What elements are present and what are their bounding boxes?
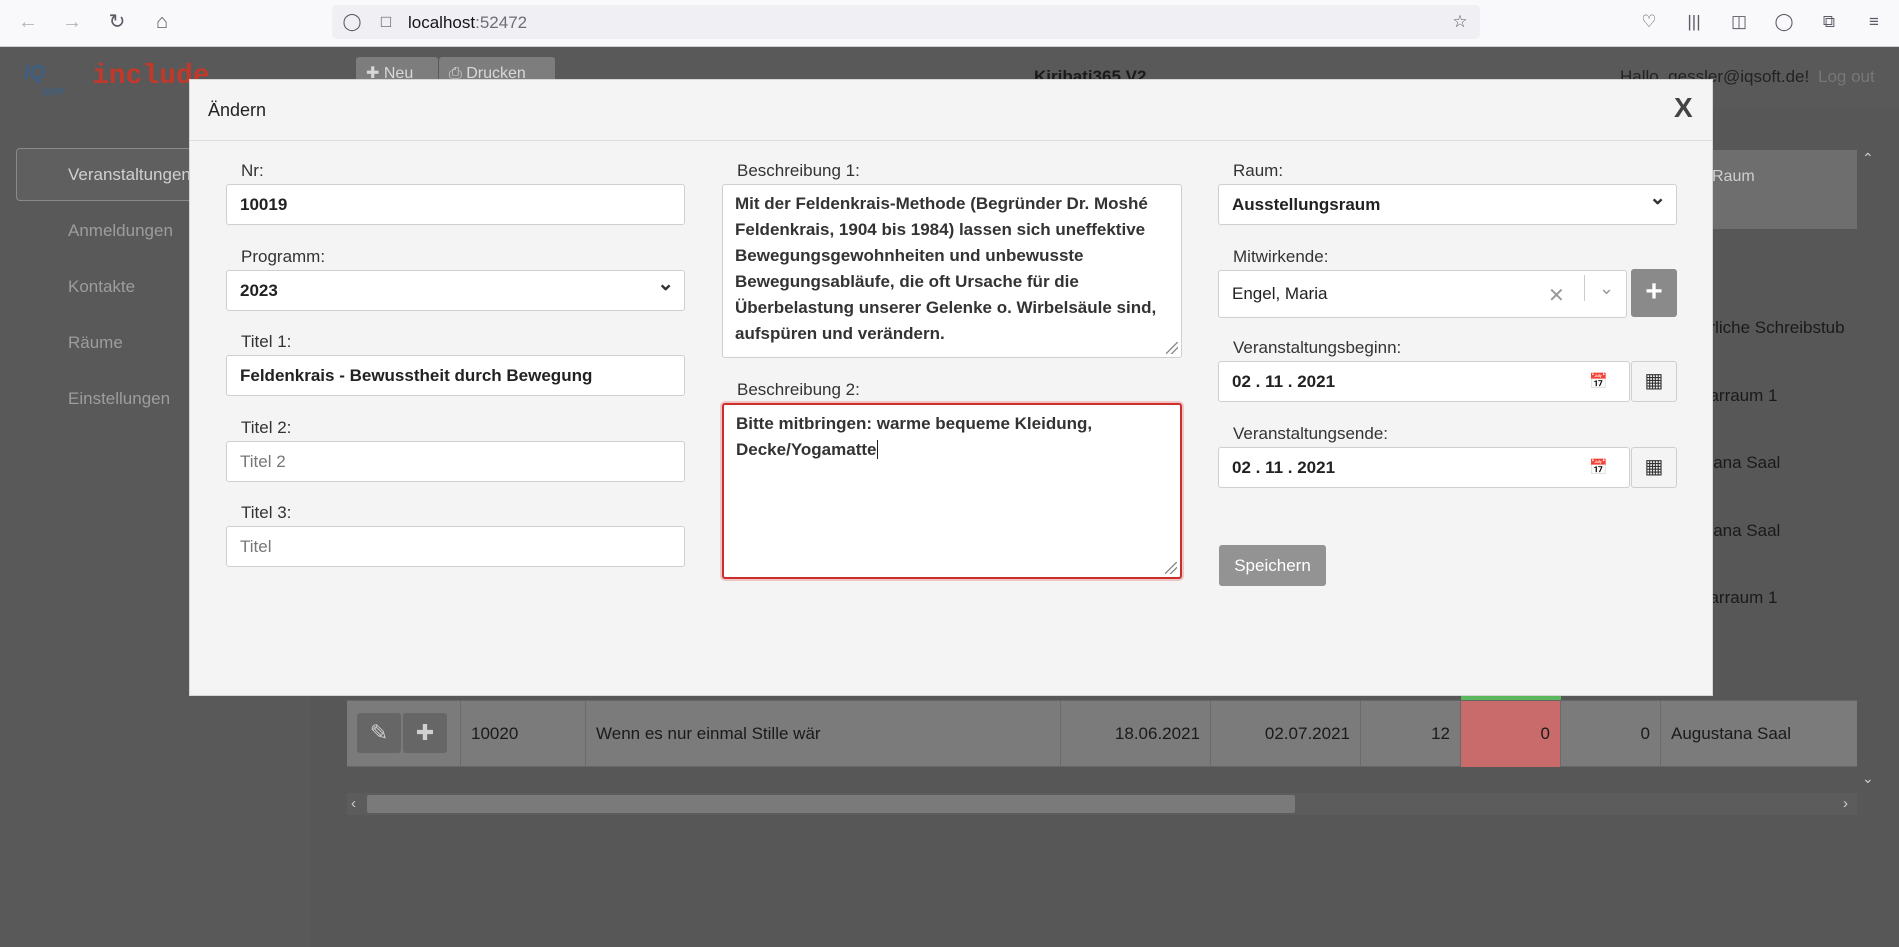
table-cell-room: narraum 1 bbox=[1700, 588, 1778, 607]
status-indicator bbox=[1461, 696, 1561, 700]
table-cell-room: stana Saal bbox=[1700, 521, 1781, 540]
titel1-label: Titel 1: bbox=[241, 332, 292, 351]
calculator-icon[interactable]: ▦ bbox=[1631, 447, 1677, 488]
beginn-date-input[interactable]: 02 . 11 . 2021 bbox=[1218, 361, 1630, 402]
beschreibung1-text: Mit der Feldenkrais-Methode (Begründer D… bbox=[735, 194, 1157, 343]
ende-label: Veranstaltungsende: bbox=[1233, 424, 1389, 443]
programm-label: Programm: bbox=[241, 247, 326, 266]
raum-select[interactable]: Ausstellungsraum bbox=[1218, 179, 1677, 225]
divider bbox=[1584, 275, 1585, 301]
sidebar-item-einstellungen[interactable]: Einstellungen bbox=[68, 389, 170, 409]
save-button[interactable]: Speichern bbox=[1219, 545, 1326, 586]
scroll-up-icon[interactable]: ⌃ bbox=[1862, 150, 1874, 167]
table-cell-room: erliche Schreibstub bbox=[1700, 318, 1845, 337]
beginn-value: 02 . 11 . 2021 bbox=[1232, 372, 1336, 391]
menu-icon[interactable]: ≡ bbox=[1862, 10, 1886, 34]
raum-label: Raum: bbox=[1233, 161, 1284, 180]
company-logo: IQ SOFT bbox=[24, 62, 66, 97]
table-cell-count: 0 bbox=[1461, 701, 1561, 767]
text-cursor bbox=[877, 440, 879, 459]
mitwirkende-value: Engel, Maria bbox=[1232, 284, 1328, 303]
beschreibung2-textarea[interactable]: Bitte mitbringen: warme bequeme Kleidung… bbox=[722, 403, 1182, 579]
account-icon[interactable]: ◯ bbox=[1772, 10, 1796, 34]
reload-icon[interactable]: ↻ bbox=[103, 8, 131, 36]
url-bar[interactable]: ◯ □ localhost:52472 ☆ bbox=[332, 5, 1480, 39]
scroll-left-icon[interactable]: ‹ bbox=[351, 793, 356, 815]
table-cell-start: 18.06.2021 bbox=[1061, 701, 1211, 767]
back-icon[interactable]: ← bbox=[14, 8, 42, 36]
calendar-icon[interactable]: 📅 bbox=[1589, 458, 1608, 476]
horizontal-scrollbar[interactable]: ‹ › bbox=[347, 793, 1857, 815]
mitwirkende-multiselect[interactable]: Engel, Maria bbox=[1218, 270, 1627, 318]
programm-select[interactable]: 2023 bbox=[226, 265, 685, 311]
forward-icon[interactable]: → bbox=[58, 8, 86, 36]
sidebar-item-kontakte[interactable]: Kontakte bbox=[68, 277, 135, 297]
titel2-label: Titel 2: bbox=[241, 418, 292, 437]
beschreibung2-text: Bitte mitbringen: warme bequeme Kleidung… bbox=[736, 414, 1093, 459]
scroll-down-icon[interactable]: ⌄ bbox=[1862, 770, 1874, 787]
ende-value: 02 . 11 . 2021 bbox=[1232, 458, 1336, 477]
add-plus-icon[interactable]: ✚ bbox=[403, 713, 447, 753]
table-cell-room: Augustana Saal bbox=[1671, 724, 1792, 743]
table-cell-title: Wenn es nur einmal Stille wär bbox=[586, 701, 1061, 767]
extensions-icon[interactable]: ⧉ bbox=[1817, 10, 1841, 34]
clear-selection-icon[interactable]: ✕ bbox=[1548, 283, 1565, 308]
page-icon: □ bbox=[380, 12, 392, 31]
beschreibung2-label: Beschreibung 2: bbox=[737, 380, 860, 399]
url-text: localhost:52472 bbox=[408, 13, 528, 32]
library-icon[interactable]: ||| bbox=[1682, 10, 1706, 34]
scrollbar-thumb[interactable] bbox=[367, 795, 1295, 813]
chevron-down-icon[interactable]: ⌄ bbox=[1599, 278, 1614, 299]
calculator-icon[interactable]: ▦ bbox=[1631, 361, 1677, 402]
mitwirkende-label: Mitwirkende: bbox=[1233, 247, 1329, 266]
table-header-raum[interactable]: Raum bbox=[1700, 150, 1857, 229]
table-cell-room: stana Saal bbox=[1700, 453, 1781, 472]
resize-grip-icon[interactable] bbox=[1166, 342, 1178, 354]
titel3-label: Titel 3: bbox=[241, 503, 292, 522]
edit-dialog: Ändern X Nr: 10019 Programm: 2023 Titel … bbox=[189, 79, 1713, 696]
resize-grip-icon[interactable] bbox=[1165, 562, 1177, 574]
table-cell-end: 02.07.2021 bbox=[1211, 701, 1361, 767]
beginn-label: Veranstaltungsbeginn: bbox=[1233, 338, 1402, 357]
shield-icon[interactable]: ◯ bbox=[340, 10, 364, 34]
beschreibung1-label: Beschreibung 1: bbox=[737, 161, 860, 180]
sidebar-item-anmeldungen[interactable]: Anmeldungen bbox=[68, 221, 173, 241]
browser-toolbar: ← → ↻ ⌂ ◯ □ localhost:52472 ☆ ♡ ||| ◫ ◯ … bbox=[0, 0, 1899, 47]
titel3-field[interactable]: Titel bbox=[226, 526, 685, 567]
sidebar-item-raeume[interactable]: Räume bbox=[68, 333, 123, 353]
titel2-field[interactable]: Titel 2 bbox=[226, 441, 685, 482]
beschreibung1-textarea[interactable]: Mit der Feldenkrais-Methode (Begründer D… bbox=[722, 184, 1182, 358]
dialog-header: Ändern X bbox=[190, 80, 1712, 141]
add-mitwirkende-button[interactable]: + bbox=[1631, 269, 1677, 317]
sidebar-item-label[interactable]: Veranstaltungen bbox=[68, 165, 191, 185]
bookmark-star-icon[interactable]: ☆ bbox=[1448, 10, 1472, 34]
dialog-title: Ändern bbox=[208, 100, 267, 120]
close-button[interactable]: X bbox=[1674, 92, 1693, 124]
row-actions: ✎ ✚ bbox=[347, 701, 461, 767]
scroll-right-icon[interactable]: › bbox=[1843, 793, 1848, 815]
pocket-icon[interactable]: ♡ bbox=[1637, 10, 1661, 34]
calendar-icon[interactable]: 📅 bbox=[1589, 372, 1608, 390]
reader-view-icon[interactable]: ◫ bbox=[1727, 10, 1751, 34]
table-cell-max: 12 bbox=[1361, 701, 1461, 767]
nr-label: Nr: bbox=[241, 161, 264, 180]
raum-value: Ausstellungsraum bbox=[1232, 195, 1381, 214]
nr-field[interactable]: 10019 bbox=[226, 184, 685, 225]
edit-pencil-icon[interactable]: ✎ bbox=[357, 713, 401, 753]
table-cell-count: 0 bbox=[1561, 701, 1661, 767]
table-row[interactable]: ✎ ✚ 10020 Wenn es nur einmal Stille wär … bbox=[347, 700, 1857, 767]
table-cell-nr: 10020 bbox=[461, 701, 586, 767]
ende-date-input[interactable]: 02 . 11 . 2021 bbox=[1218, 447, 1630, 488]
logout-link[interactable]: Log out bbox=[1818, 67, 1875, 87]
home-icon[interactable]: ⌂ bbox=[148, 8, 176, 36]
titel1-field[interactable]: Feldenkrais - Bewusstheit durch Bewegung bbox=[226, 355, 685, 396]
programm-value: 2023 bbox=[240, 281, 278, 300]
table-cell-room: narraum 1 bbox=[1700, 386, 1778, 405]
